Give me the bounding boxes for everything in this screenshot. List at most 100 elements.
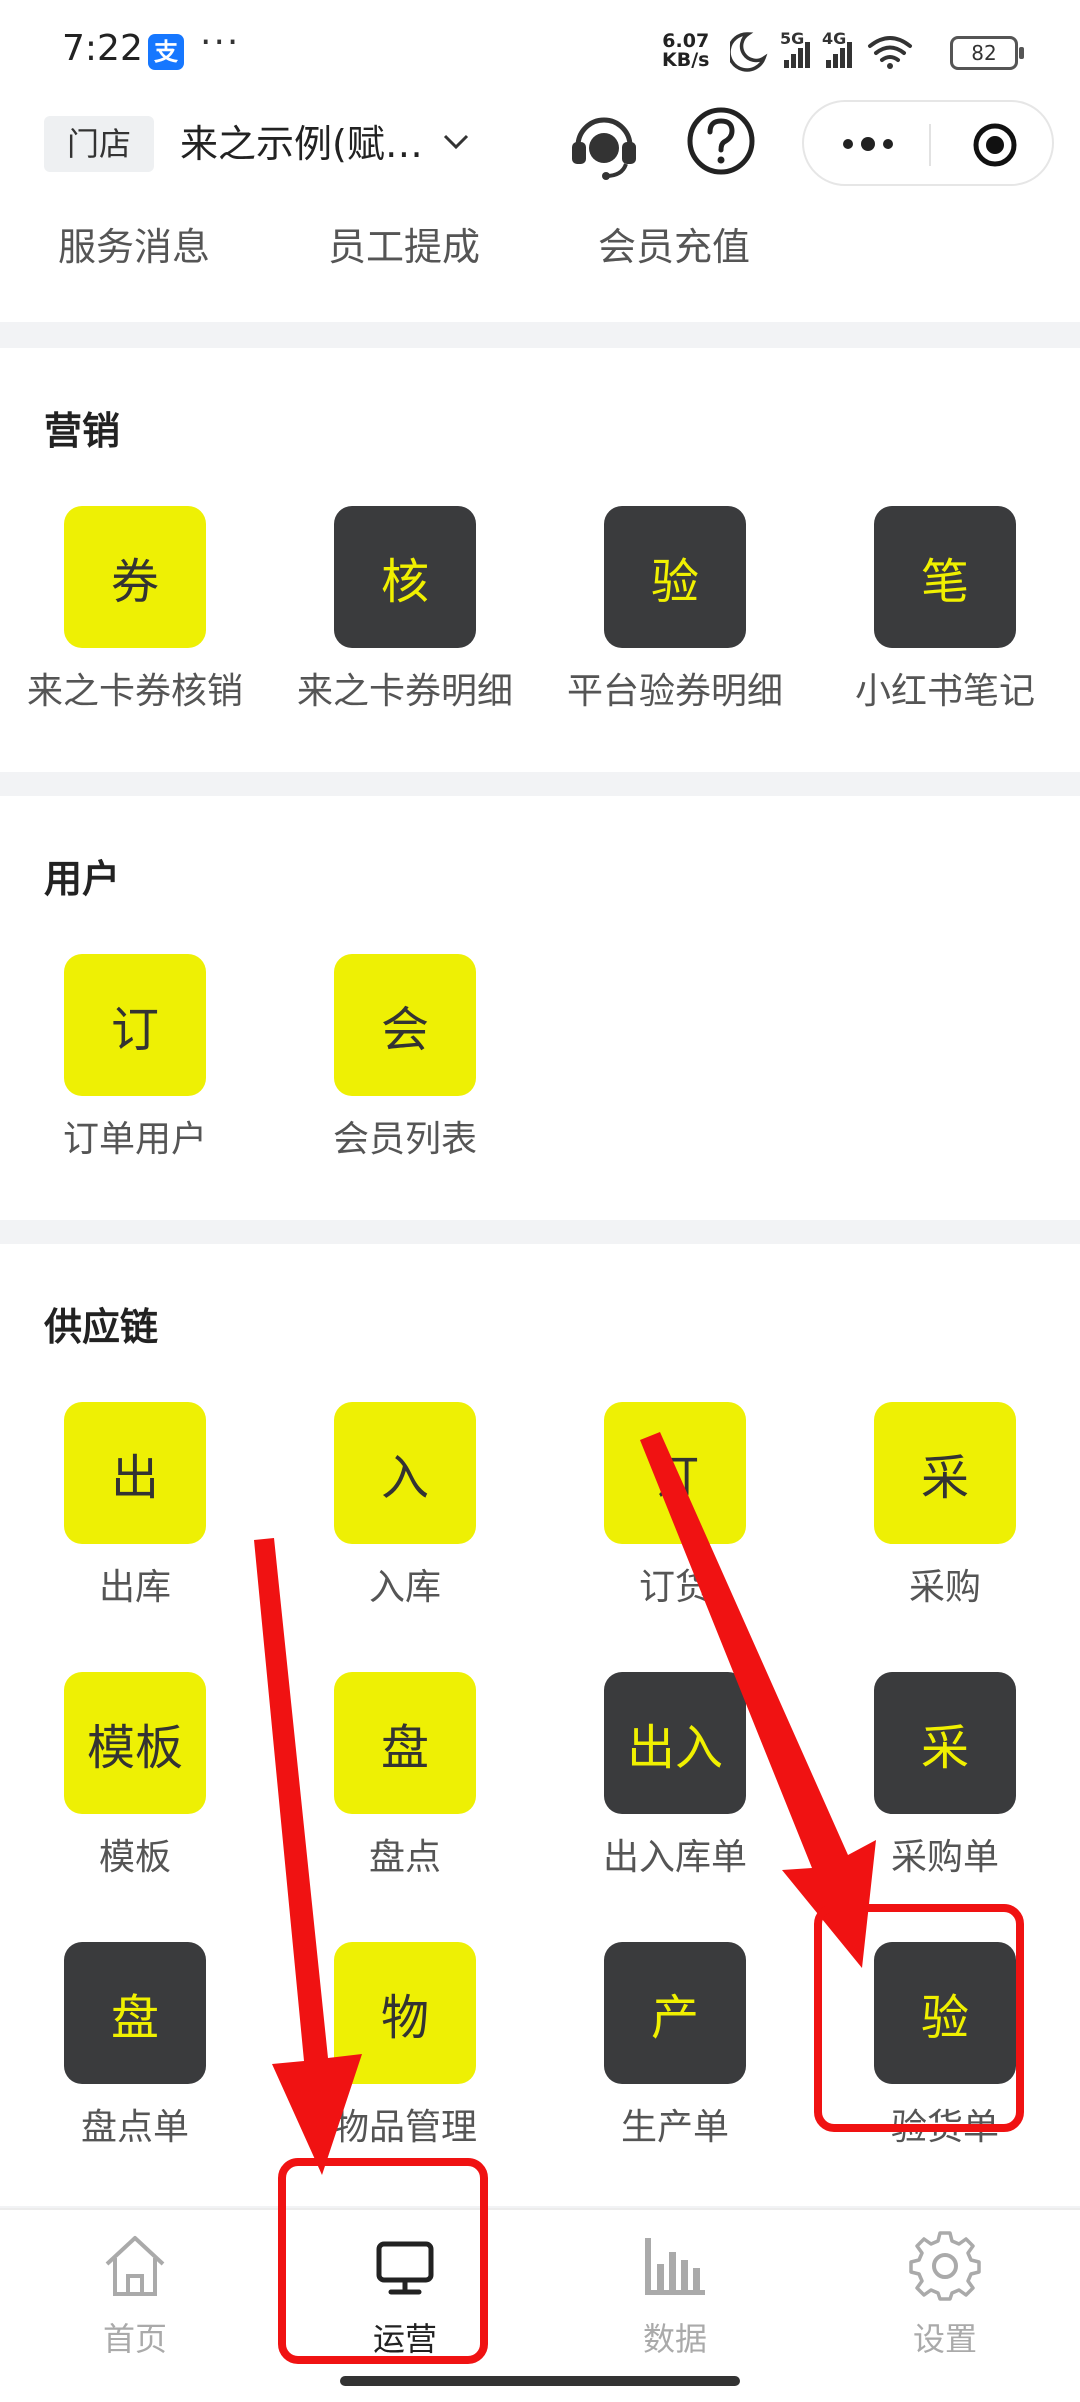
nav-label-operations: 运营	[372, 2320, 437, 2358]
tile-label: 小红书笔记	[854, 671, 1035, 712]
tile-stocktake[interactable]: 盘 盘点	[270, 1672, 540, 1880]
tile-ordering[interactable]: 订 订货	[540, 1402, 810, 1610]
tile-label: 盘点	[368, 1837, 441, 1878]
more-options-icon[interactable]	[838, 126, 898, 162]
tile-label: 出库	[98, 1567, 171, 1608]
monitor-icon	[376, 2241, 434, 2295]
tile-label: 订单用户	[62, 1119, 207, 1160]
help-icon[interactable]	[686, 106, 756, 176]
tile-label: 采购	[908, 1567, 981, 1608]
nav-label-data: 数据	[642, 2320, 707, 2358]
store-selector[interactable]: 来之示例(赋…	[180, 116, 423, 172]
tile-order-users[interactable]: 订 订单用户	[0, 954, 270, 1162]
production-icon: 产	[604, 1942, 746, 2084]
gear-icon	[909, 2231, 981, 2301]
order-icon: 订	[64, 954, 206, 1096]
nav-data[interactable]: 数据	[540, 2210, 810, 2402]
battery-indicator: 82	[950, 36, 1024, 70]
capsule-divider	[929, 124, 931, 166]
signal-4g-label: 4G	[822, 29, 846, 48]
inspect-icon: 验	[604, 506, 746, 648]
tile-production-orders[interactable]: 产 生产单	[540, 1942, 810, 2150]
customer-service-icon[interactable]	[566, 106, 642, 182]
tile-xiaohongshu-notes[interactable]: 笔 小红书笔记	[810, 506, 1080, 714]
chevron-down-icon[interactable]	[442, 130, 470, 154]
quick-link-member-recharge[interactable]: 会员充值	[598, 216, 750, 271]
moon-icon	[730, 32, 768, 72]
close-miniprogram-icon[interactable]	[972, 122, 1018, 168]
tile-member-list[interactable]: 会 会员列表	[270, 954, 540, 1162]
tile-label: 会员列表	[332, 1119, 477, 1160]
member-icon: 会	[334, 954, 476, 1096]
wifi-icon	[868, 36, 912, 69]
section-title-marketing: 营销	[44, 409, 121, 453]
section-title-supply-chain: 供应链	[44, 1305, 159, 1349]
home-icon	[105, 2236, 165, 2296]
tile-purchase[interactable]: 采 采购	[810, 1402, 1080, 1610]
network-speed: 6.07 KB/s	[662, 32, 709, 70]
status-time: 7:22	[62, 28, 143, 69]
tile-in-out-records[interactable]: 出入 出入库单	[540, 1672, 810, 1880]
signal-5g-label: 5G	[780, 29, 804, 48]
in-out-icon: 出入	[604, 1672, 746, 1814]
section-marketing: 营销 券 来之卡券核销 核 来之卡券明细 验 平台验券明细 笔 小红书笔记	[0, 348, 1080, 772]
tile-label: 生产单	[620, 2107, 729, 2148]
purchase-icon: 采	[874, 1402, 1016, 1544]
verify-icon: 核	[334, 506, 476, 648]
outbound-icon: 出	[64, 1402, 206, 1544]
tile-platform-coupon-detail[interactable]: 验 平台验券明细	[540, 506, 810, 714]
ordering-icon: 订	[604, 1402, 746, 1544]
nav-label-home: 首页	[102, 2320, 167, 2358]
tile-label: 模板	[98, 1837, 171, 1878]
template-icon: 模板	[64, 1672, 206, 1814]
stocktake-sheet-icon: 盘	[64, 1942, 206, 2084]
tile-label: 来之卡券核销	[26, 671, 243, 712]
nav-label-settings: 设置	[912, 2320, 977, 2358]
quick-link-service-message[interactable]: 服务消息	[58, 216, 210, 271]
tile-template[interactable]: 模板 模板	[0, 1672, 270, 1880]
notes-icon: 笔	[874, 506, 1016, 648]
tile-inbound[interactable]: 入 入库	[270, 1402, 540, 1610]
bar-chart-icon	[645, 2238, 705, 2295]
notification-more-icon: ···	[200, 22, 241, 63]
section-users: 用户 订 订单用户 会 会员列表	[0, 796, 1080, 1220]
bottom-nav: 首页 运营 数据 设置	[0, 2208, 1080, 2402]
inbound-icon: 入	[334, 1402, 476, 1544]
inspection-icon: 验	[874, 1942, 1016, 2084]
app-header: 门店 来之示例(赋…	[0, 100, 1080, 192]
nav-home[interactable]: 首页	[0, 2210, 270, 2402]
status-bar: 7:22 支 ··· 6.07 KB/s 5G 4G 82	[0, 0, 1080, 100]
tile-coupon-verify[interactable]: 券 来之卡券核销	[0, 506, 270, 714]
tile-stocktake-sheets[interactable]: 盘 盘点单	[0, 1942, 270, 2150]
tile-label: 验货单	[890, 2107, 999, 2148]
miniprogram-capsule	[802, 100, 1054, 186]
purchase-order-icon: 采	[874, 1672, 1016, 1814]
store-tag: 门店	[44, 116, 154, 172]
tile-label: 采购单	[890, 1837, 999, 1878]
quick-links-card: 服务消息 员工提成 会员充值	[0, 192, 1080, 322]
tile-outbound[interactable]: 出 出库	[0, 1402, 270, 1610]
alipay-icon: 支	[148, 34, 184, 70]
coupon-icon: 券	[64, 506, 206, 648]
tile-item-management[interactable]: 物 物品管理	[270, 1942, 540, 2150]
tile-label: 来之卡券明细	[296, 671, 513, 712]
tile-coupon-detail[interactable]: 核 来之卡券明细	[270, 506, 540, 714]
tile-purchase-orders[interactable]: 采 采购单	[810, 1672, 1080, 1880]
tile-label: 订货	[638, 1567, 711, 1608]
item-icon: 物	[334, 1942, 476, 2084]
nav-operations[interactable]: 运营	[270, 2210, 540, 2402]
quick-link-staff-commission[interactable]: 员工提成	[328, 216, 480, 271]
tile-label: 出入库单	[602, 1837, 747, 1878]
tile-label: 平台验券明细	[566, 671, 783, 712]
tile-inspection-orders[interactable]: 验 验货单	[810, 1942, 1080, 2150]
network-speed-unit: KB/s	[662, 49, 710, 71]
status-icons: 5G 4G	[730, 29, 912, 72]
stocktake-icon: 盘	[334, 1672, 476, 1814]
tile-label: 盘点单	[80, 2107, 189, 2148]
tile-label: 物品管理	[332, 2107, 477, 2148]
section-title-users: 用户	[44, 857, 121, 901]
nav-settings[interactable]: 设置	[810, 2210, 1080, 2402]
tile-label: 入库	[368, 1567, 441, 1608]
section-supply-chain: 供应链 出 出库 入 入库 订 订货 采 采购 模板 模板 盘 盘点 出入 出入…	[0, 1244, 1080, 2206]
home-indicator	[340, 2376, 740, 2386]
